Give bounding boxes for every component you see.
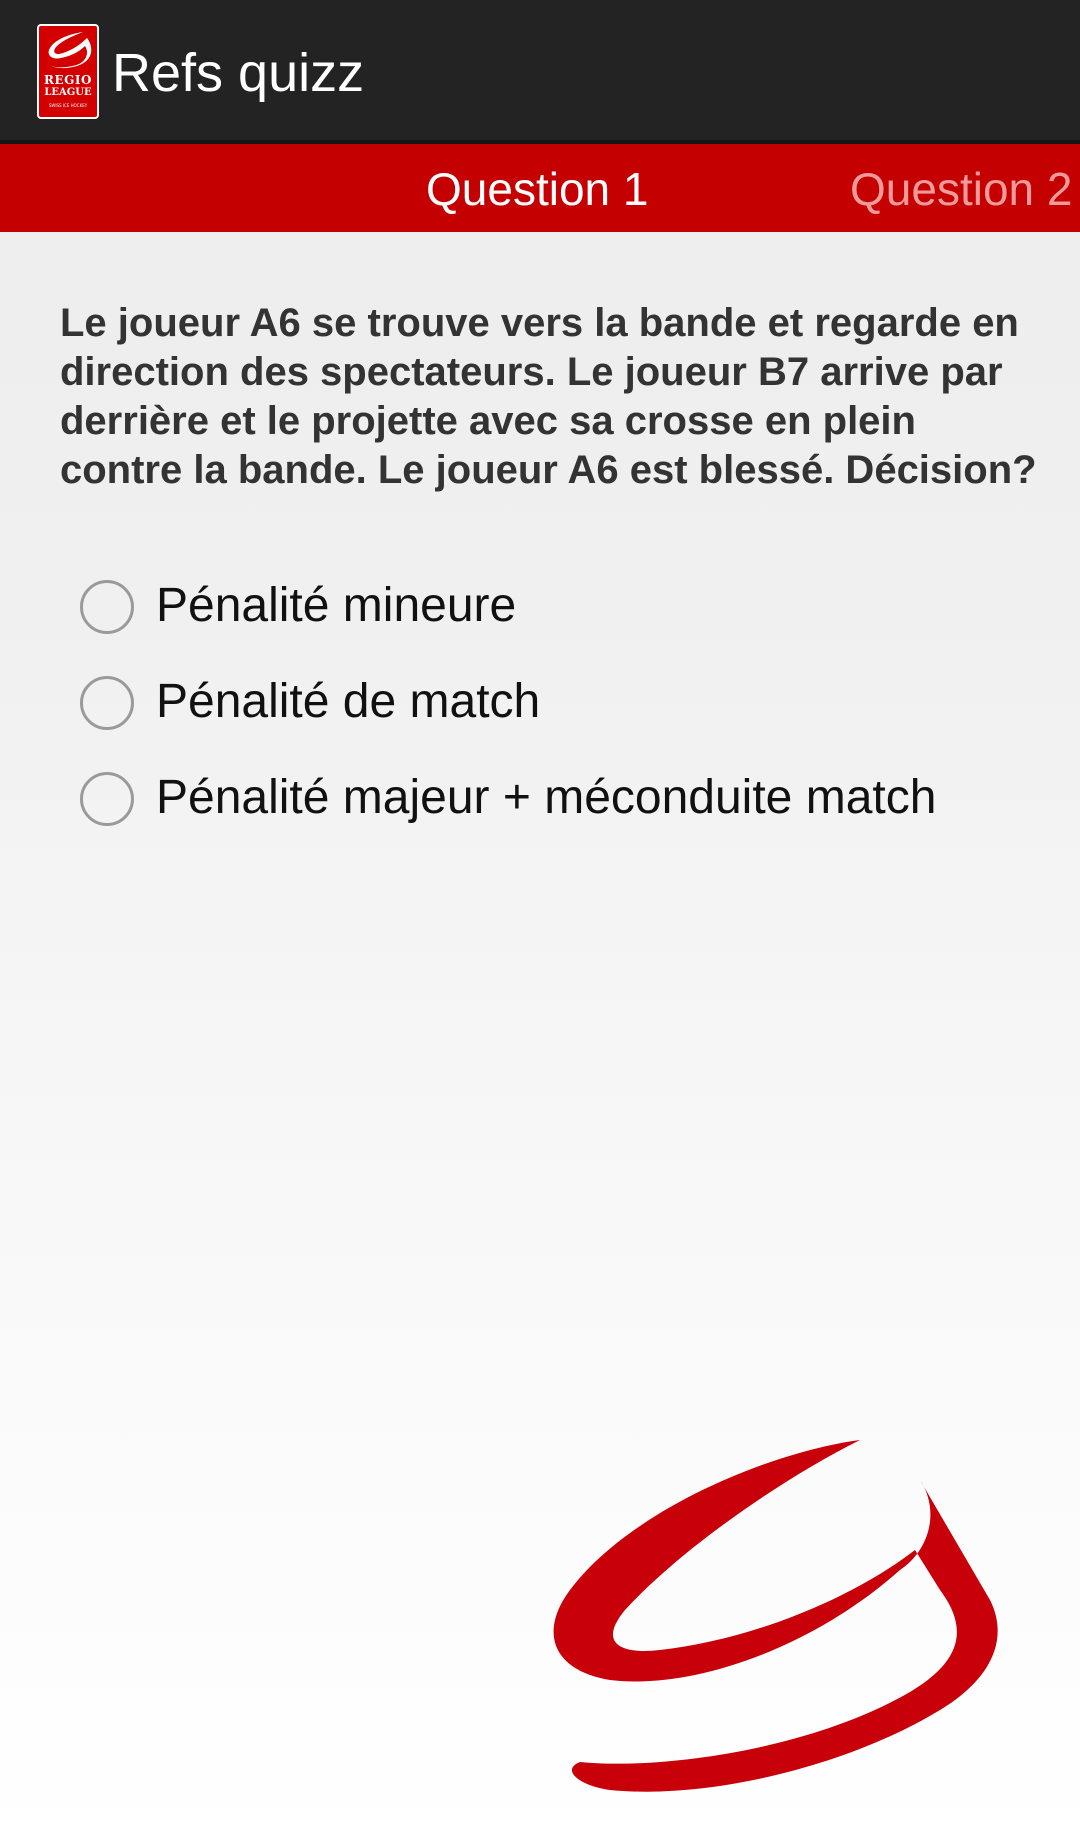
app-title: Refs quizz xyxy=(112,43,365,103)
radio-unchecked-icon[interactable] xyxy=(80,772,134,826)
option-penalite-mineure[interactable]: Pénalité mineure xyxy=(80,560,1040,656)
radio-unchecked-icon[interactable] xyxy=(80,580,134,634)
option-penalite-majeur-meconduite[interactable]: Pénalité majeur + méconduite match xyxy=(80,752,1040,848)
radio-unchecked-icon[interactable] xyxy=(80,676,134,730)
action-bar: REGIO LEAGUE SWISS ICE HOCKEY Refs quizz xyxy=(0,0,1080,144)
option-penalite-de-match[interactable]: Pénalité de match xyxy=(80,656,1040,752)
answer-options: Pénalité mineure Pénalité de match Pénal… xyxy=(80,560,1040,848)
option-label: Pénalité mineure xyxy=(156,579,517,632)
tab-question-1[interactable]: Question 1 xyxy=(426,144,648,232)
tab-question-2[interactable]: Question 2 xyxy=(850,144,1072,232)
regio-league-logo-icon[interactable]: REGIO LEAGUE SWISS ICE HOCKEY xyxy=(37,24,99,119)
logo-text-subtitle: SWISS ICE HOCKEY xyxy=(48,103,88,108)
option-label: Pénalité de match xyxy=(156,675,541,728)
regio-league-swoosh-icon xyxy=(553,1440,998,1792)
logo-text-league: LEAGUE xyxy=(44,87,92,98)
question-text: Le joueur A6 se trouve vers la bande et … xyxy=(60,301,1037,492)
tab-strip: Question 1 Question 2 xyxy=(0,144,1080,232)
option-label: Pénalité majeur + méconduite match xyxy=(156,771,937,824)
logo-text-regio: REGIO xyxy=(44,73,92,87)
